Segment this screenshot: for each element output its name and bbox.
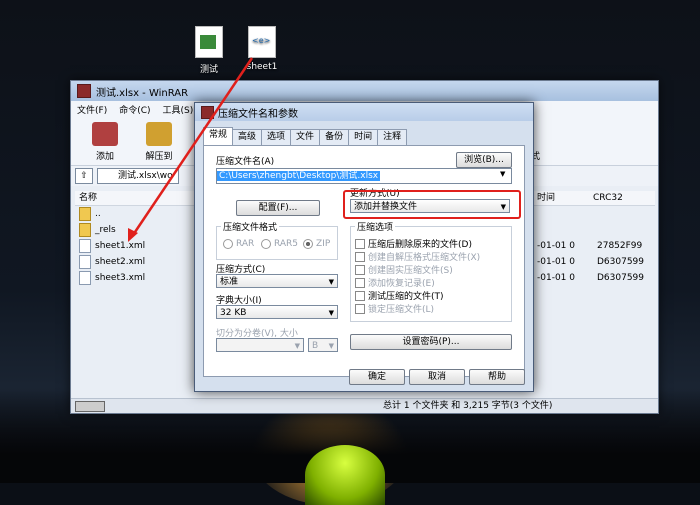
arrow-line [131,57,254,236]
annotation-arrow [128,57,254,242]
